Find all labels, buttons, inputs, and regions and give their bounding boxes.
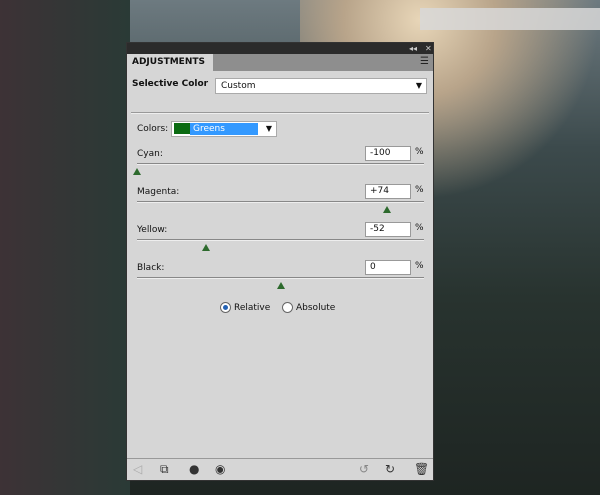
slider-label: Black: <box>137 263 165 273</box>
panel-menu-icon[interactable]: ☰ <box>420 56 429 67</box>
percent-label: % <box>415 185 424 195</box>
preset-value: Custom <box>221 81 256 91</box>
tab-adjustments[interactable]: ADJUSTMENTS <box>127 54 213 71</box>
back-arrow-icon[interactable]: ◁ <box>133 462 142 476</box>
slider-track[interactable] <box>137 201 424 213</box>
slider-thumb[interactable] <box>201 244 210 251</box>
preset-dropdown[interactable]: Custom ▼ <box>215 78 427 94</box>
collapse-icon[interactable]: ◂◂ <box>409 43 417 54</box>
percent-label: % <box>415 147 424 157</box>
background-overlay <box>420 8 600 30</box>
colors-label: Colors: <box>137 124 169 134</box>
background-image <box>0 0 130 495</box>
percent-label: % <box>415 261 424 271</box>
relative-radio[interactable]: Relative <box>220 302 270 313</box>
colors-dropdown[interactable]: Greens ▼ <box>171 121 277 137</box>
relative-label: Relative <box>234 302 271 313</box>
slider-value-input[interactable]: -100 <box>365 146 411 161</box>
slider-thumb[interactable] <box>276 282 285 289</box>
slider-track[interactable] <box>137 277 424 289</box>
slider-value-input[interactable]: -52 <box>365 222 411 237</box>
reset-icon[interactable]: ↻ <box>385 462 395 476</box>
mask-icon[interactable]: ● <box>189 462 199 476</box>
absolute-radio[interactable]: Absolute <box>282 302 335 313</box>
color-swatch <box>174 123 190 134</box>
slider-track[interactable] <box>133 163 424 175</box>
visibility-eye-icon[interactable]: ◉ <box>215 462 225 476</box>
panel-footer: ◁ ⧉ ● ◉ ↺ ↻ 🗑 <box>127 458 433 480</box>
adjustment-label: Selective Color <box>132 79 209 89</box>
chevron-down-icon: ▼ <box>415 81 422 90</box>
trash-icon[interactable]: 🗑 <box>414 462 429 476</box>
divider <box>131 112 429 114</box>
slider-thumb[interactable] <box>382 206 391 213</box>
radio-checked[interactable] <box>220 302 231 313</box>
chevron-down-icon: ▼ <box>265 124 272 133</box>
slider-label: Cyan: <box>137 149 163 159</box>
radio-unchecked[interactable] <box>282 302 293 313</box>
clip-to-layer-icon[interactable]: ⧉ <box>160 462 169 477</box>
slider-value-input[interactable]: 0 <box>365 260 411 275</box>
slider-label: Magenta: <box>137 187 180 197</box>
adjustments-panel: ◂◂ ✕ ADJUSTMENTS ☰ Selective Color Custo… <box>126 42 434 481</box>
colors-value: Greens <box>190 122 258 135</box>
panel-titlebar: ◂◂ ✕ <box>127 43 433 54</box>
slider-value-input[interactable]: +74 <box>365 184 411 199</box>
percent-label: % <box>415 223 424 233</box>
absolute-label: Absolute <box>296 302 336 313</box>
view-previous-icon[interactable]: ↺ <box>359 462 369 476</box>
slider-thumb[interactable] <box>133 168 141 175</box>
slider-track[interactable] <box>137 239 424 251</box>
close-icon[interactable]: ✕ <box>425 43 432 54</box>
slider-label: Yellow: <box>137 225 168 235</box>
